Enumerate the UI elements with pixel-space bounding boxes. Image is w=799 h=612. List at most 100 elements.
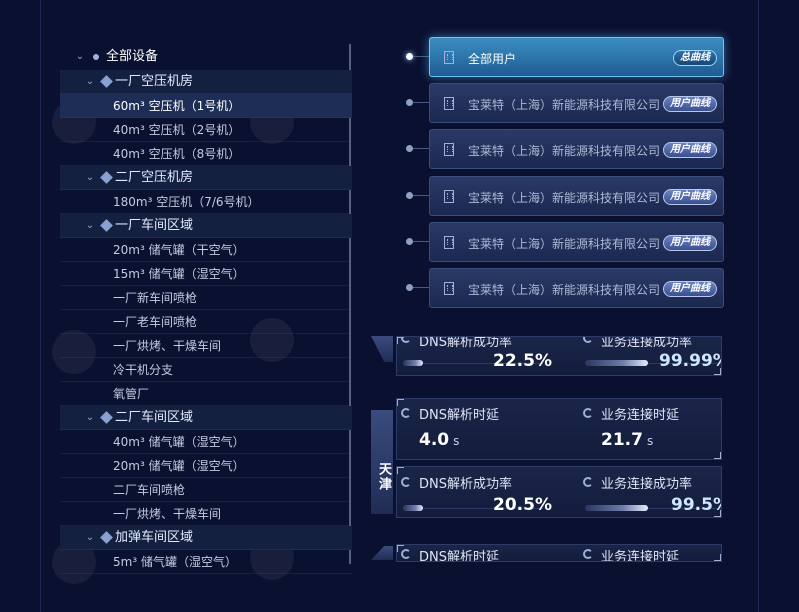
dns-latency-metric: DNS解析时延 bbox=[397, 545, 547, 561]
node-dot-icon bbox=[406, 192, 413, 199]
tree-group-2[interactable]: ⌄ 二厂空压机房 bbox=[60, 166, 352, 190]
metric-panel-tianjin-latency: DNS解析时延 4.0 s 业务连接时延 21.7 s bbox=[396, 398, 722, 460]
tree-leaf[interactable]: 一厂烘烤、干燥车间 bbox=[60, 334, 352, 358]
chevron-down-icon[interactable]: ⌄ bbox=[84, 214, 96, 238]
metric-value: 4.0 s bbox=[419, 430, 459, 450]
user-curve-button[interactable]: 用户曲线 bbox=[663, 142, 717, 158]
tree-leaf[interactable]: 40m³ 空压机（2号机） bbox=[60, 118, 352, 142]
tree-leaf[interactable]: 15m³ 储气罐（湿空气） bbox=[60, 262, 352, 286]
metric-label: 业务连接成功率 bbox=[601, 336, 693, 350]
gauge-icon bbox=[583, 337, 593, 343]
city-tab[interactable] bbox=[371, 546, 393, 560]
metric-panel-tianjin-success: DNS解析成功率 20.5% 业务连接成功率 99.5% bbox=[396, 466, 722, 518]
tree-group-label: 一厂车间区域 bbox=[115, 218, 194, 233]
node-dot-icon bbox=[406, 238, 413, 245]
user-row[interactable]: 宝莱特（上海）新能源科技有限公司 用户曲线 bbox=[404, 129, 724, 169]
gauge-icon bbox=[583, 477, 593, 487]
user-card[interactable]: 宝莱特（上海）新能源科技有限公司 用户曲线 bbox=[429, 129, 724, 169]
city-tab[interactable] bbox=[371, 336, 393, 362]
business-latency-metric: 业务连接时延 21.7 s bbox=[579, 399, 721, 459]
user-name: 宝莱特（上海）新能源科技有限公司 bbox=[468, 98, 661, 112]
tree-leaf[interactable]: 一厂新车间喷枪 bbox=[60, 286, 352, 310]
tree-leaf[interactable]: 5m³ 储气罐（湿空气） bbox=[60, 550, 352, 574]
user-card[interactable]: 宝莱特（上海）新能源科技有限公司 用户曲线 bbox=[429, 176, 724, 216]
metric-value: 21.7 s bbox=[601, 430, 653, 450]
user-card[interactable]: 宝莱特（上海）新能源科技有限公司 用户曲线 bbox=[429, 268, 724, 308]
tree-leaf[interactable]: 一厂老车间喷枪 bbox=[60, 310, 352, 334]
tree-group-label: 加弹车间区域 bbox=[115, 530, 194, 545]
metric-label: DNS解析成功率 bbox=[419, 336, 512, 350]
tree-leaf[interactable]: 冷干机分支 bbox=[60, 358, 352, 382]
chevron-down-icon[interactable]: ⌄ bbox=[84, 526, 96, 550]
building-icon bbox=[444, 97, 454, 110]
business-latency-metric: 业务连接时延 bbox=[579, 545, 721, 561]
gauge-icon bbox=[401, 408, 411, 418]
user-card[interactable]: 宝莱特（上海）新能源科技有限公司 用户曲线 bbox=[429, 222, 724, 262]
user-curve-button[interactable]: 用户曲线 bbox=[663, 235, 717, 251]
progress-bar bbox=[403, 360, 423, 366]
cube-icon bbox=[100, 219, 113, 232]
progress-bar bbox=[403, 505, 423, 511]
gauge-icon bbox=[401, 337, 411, 343]
tree-leaf[interactable]: 180m³ 空压机（7/6号机） bbox=[60, 190, 352, 214]
progress-bar bbox=[585, 505, 648, 511]
user-row[interactable]: 宝莱特（上海）新能源科技有限公司 用户曲线 bbox=[404, 222, 724, 262]
user-name: 宝莱特（上海）新能源科技有限公司 bbox=[468, 144, 661, 158]
metric-value: 99.99% bbox=[659, 351, 721, 371]
cube-icon bbox=[100, 411, 113, 424]
metric-value: 20.5% bbox=[493, 495, 552, 515]
metric-label: DNS解析成功率 bbox=[419, 477, 512, 492]
user-row[interactable]: 宝莱特（上海）新能源科技有限公司 用户曲线 bbox=[404, 176, 724, 216]
building-icon bbox=[444, 190, 454, 203]
connector-line bbox=[413, 148, 429, 149]
tree-group-1[interactable]: ⌄ 一厂空压机房 bbox=[60, 70, 352, 94]
tree-leaf[interactable]: 氧管厂 bbox=[60, 382, 352, 406]
metric-unit: s bbox=[646, 434, 654, 448]
tree-leaf[interactable]: 40m³ 储气罐（湿空气） bbox=[60, 430, 352, 454]
tree-group-label: 一厂空压机房 bbox=[115, 74, 194, 89]
dns-success-metric: DNS解析成功率 22.5% bbox=[397, 336, 552, 375]
chevron-down-icon[interactable]: ⌄ bbox=[84, 70, 96, 94]
node-dot-icon bbox=[406, 145, 413, 152]
business-success-metric: 业务连接成功率 99.5% bbox=[579, 467, 721, 517]
gauge-icon bbox=[401, 477, 411, 487]
metric-value: 22.5% bbox=[493, 351, 552, 371]
tree-leaf[interactable]: 40m³ 空压机（8号机） bbox=[60, 142, 352, 166]
metric-value: 99.5% bbox=[671, 495, 721, 515]
metric-panel-bottom: DNS解析时延 业务连接时延 bbox=[396, 544, 722, 562]
tree-leaf[interactable]: 20m³ 储气罐（干空气） bbox=[60, 238, 352, 262]
user-row-all[interactable]: 全部用户 总曲线 bbox=[404, 37, 724, 77]
node-dot-icon bbox=[93, 54, 99, 60]
node-dot-icon bbox=[406, 284, 413, 291]
metric-panel-top: DNS解析成功率 22.5% 业务连接成功率 99.99% bbox=[396, 336, 722, 376]
user-card[interactable]: 宝莱特（上海）新能源科技有限公司 用户曲线 bbox=[429, 83, 724, 123]
city-tab-tianjin[interactable]: 天津 bbox=[371, 410, 393, 514]
chevron-down-icon[interactable]: ⌄ bbox=[84, 166, 96, 190]
user-curve-button[interactable]: 用户曲线 bbox=[663, 189, 717, 205]
chevron-down-icon[interactable]: ⌄ bbox=[84, 406, 96, 430]
connector-line bbox=[413, 241, 429, 242]
user-card[interactable]: 全部用户 总曲线 bbox=[429, 37, 724, 77]
tree-leaf[interactable]: 60m³ 空压机（1号机） bbox=[60, 94, 352, 118]
tree-root-label: 全部设备 bbox=[106, 49, 159, 64]
chevron-down-icon[interactable]: ⌄ bbox=[74, 44, 86, 70]
tree-root[interactable]: ⌄ 全部设备 bbox=[60, 44, 352, 70]
user-row[interactable]: 宝莱特（上海）新能源科技有限公司 用户曲线 bbox=[404, 83, 724, 123]
tree-group-5[interactable]: ⌄ 加弹车间区域 bbox=[60, 526, 352, 550]
tree-group-4[interactable]: ⌄ 二厂车间区域 bbox=[60, 406, 352, 430]
connector-line bbox=[413, 287, 429, 288]
gauge-icon bbox=[583, 408, 593, 418]
tree-leaf[interactable]: 一厂烘烤、干燥车间 bbox=[60, 502, 352, 526]
total-curve-button[interactable]: 总曲线 bbox=[673, 50, 717, 66]
user-curve-button[interactable]: 用户曲线 bbox=[663, 96, 717, 112]
connector-line bbox=[413, 195, 429, 196]
tree-leaf[interactable]: 20m³ 储气罐（湿空气） bbox=[60, 454, 352, 478]
user-curve-button[interactable]: 用户曲线 bbox=[663, 281, 717, 297]
tree-leaf[interactable]: 二厂车间喷枪 bbox=[60, 478, 352, 502]
tree-group-label: 二厂车间区域 bbox=[115, 410, 194, 425]
metric-label: 业务连接时延 bbox=[601, 408, 680, 423]
metric-label: 业务连接成功率 bbox=[601, 477, 693, 492]
user-name: 全部用户 bbox=[468, 52, 517, 66]
tree-group-3[interactable]: ⌄ 一厂车间区域 bbox=[60, 214, 352, 238]
user-row[interactable]: 宝莱特（上海）新能源科技有限公司 用户曲线 bbox=[404, 268, 724, 308]
